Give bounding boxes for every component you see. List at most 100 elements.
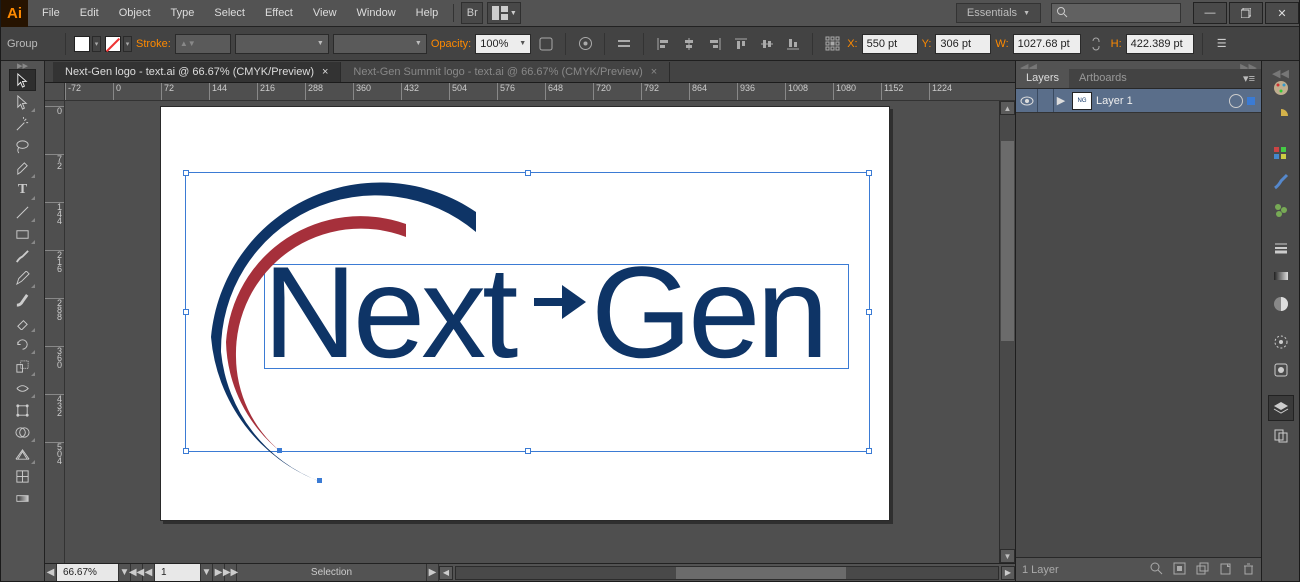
zoom-out-button[interactable]: ◀	[45, 564, 57, 581]
type-tool[interactable]: T	[9, 179, 36, 201]
mesh-tool[interactable]	[9, 465, 36, 487]
align-right-button[interactable]	[704, 33, 726, 55]
menu-help[interactable]: Help	[406, 1, 449, 25]
expand-toggle-icon[interactable]: ▶	[1054, 94, 1068, 107]
pen-tool[interactable]	[9, 157, 36, 179]
horizontal-scrollbar[interactable]	[455, 566, 999, 580]
transform-ref-point[interactable]	[821, 33, 843, 55]
blob-brush-tool[interactable]	[9, 289, 36, 311]
line-tool[interactable]	[9, 201, 36, 223]
align-bottom-button[interactable]	[782, 33, 804, 55]
panel-collapse-icon[interactable]: ◀◀	[1020, 61, 1037, 69]
align-center-v-button[interactable]	[756, 33, 778, 55]
window-close-button[interactable]: ✕	[1265, 2, 1299, 24]
pencil-tool[interactable]	[9, 267, 36, 289]
selection-indicator[interactable]	[1247, 97, 1255, 105]
new-sublayer-icon[interactable]	[1196, 562, 1209, 578]
delete-layer-icon[interactable]	[1242, 562, 1255, 578]
hscroll-left[interactable]: ◀	[439, 566, 453, 580]
dock-stroke-icon[interactable]	[1268, 235, 1294, 261]
menu-type[interactable]: Type	[161, 1, 205, 25]
dock-artboards-icon[interactable]	[1268, 423, 1294, 449]
arrange-documents-button[interactable]: ▼	[487, 2, 521, 24]
align-center-h-button[interactable]	[678, 33, 700, 55]
search-input[interactable]	[1051, 3, 1181, 23]
toolbox-grip[interactable]: ▸▸	[1, 61, 44, 69]
x-field[interactable]: 550 pt	[862, 34, 918, 54]
scale-tool[interactable]	[9, 355, 36, 377]
dock-gradient-icon[interactable]	[1268, 263, 1294, 289]
scroll-up-arrow[interactable]: ▲	[1000, 101, 1015, 115]
rotate-tool[interactable]	[9, 333, 36, 355]
tab-layers[interactable]: Layers	[1016, 69, 1069, 88]
locate-object-icon[interactable]	[1150, 562, 1163, 578]
y-field[interactable]: 306 pt	[935, 34, 991, 54]
dock-swatches-icon[interactable]	[1268, 141, 1294, 167]
align-left-button[interactable]	[652, 33, 674, 55]
handle-n[interactable]	[525, 170, 531, 176]
handle-s[interactable]	[525, 448, 531, 454]
next-artboard-button-2[interactable]: ▶▶	[225, 564, 237, 581]
graphic-styles-button[interactable]	[535, 33, 557, 55]
dock-symbols-icon[interactable]	[1268, 197, 1294, 223]
ruler-horizontal[interactable]: -720721442162883604325045766487207928649…	[65, 83, 1015, 101]
eraser-tool[interactable]	[9, 311, 36, 333]
fill-swatch[interactable]	[74, 36, 90, 52]
stroke-profile-dropdown[interactable]: ▼	[235, 34, 329, 54]
layer-name[interactable]: Layer 1	[1096, 95, 1225, 107]
w-field[interactable]: 1027.68 pt	[1013, 34, 1081, 54]
window-restore-button[interactable]	[1229, 2, 1263, 24]
ruler-vertical[interactable]: 072144216288360432504	[45, 101, 65, 563]
close-icon[interactable]: ×	[322, 66, 328, 78]
menu-file[interactable]: File	[32, 1, 70, 25]
dock-grip[interactable]: ◀◀	[1272, 67, 1289, 73]
window-minimize-button[interactable]: —	[1193, 2, 1227, 24]
align-to-button[interactable]	[613, 33, 635, 55]
handle-ne[interactable]	[866, 170, 872, 176]
close-icon[interactable]: ×	[651, 66, 657, 78]
handle-e[interactable]	[866, 309, 872, 315]
free-transform-tool[interactable]	[9, 399, 36, 421]
dock-transparency-icon[interactable]	[1268, 291, 1294, 317]
gradient-tool[interactable]	[9, 487, 36, 509]
dock-color-guide-icon[interactable]	[1268, 103, 1294, 129]
scroll-down-arrow[interactable]: ▼	[1000, 549, 1015, 563]
shape-builder-tool[interactable]	[9, 421, 36, 443]
prev-artboard-button[interactable]: ◀◀	[131, 564, 143, 581]
opacity-field[interactable]: 100%▼	[475, 34, 531, 54]
ruler-origin[interactable]	[45, 83, 65, 101]
direct-selection-tool[interactable]	[9, 91, 36, 113]
control-panel-menu[interactable]: ☰	[1211, 33, 1233, 55]
lasso-tool[interactable]	[9, 135, 36, 157]
handle-se[interactable]	[866, 448, 872, 454]
workspace-switcher[interactable]: Essentials ▼	[956, 3, 1041, 23]
doc-tab-2[interactable]: Next-Gen Summit logo - text.ai @ 66.67% …	[341, 62, 670, 82]
prev-artboard-button-2[interactable]: ◀	[143, 564, 155, 581]
link-wh-button[interactable]	[1085, 33, 1107, 55]
width-tool[interactable]	[9, 377, 36, 399]
menu-window[interactable]: Window	[347, 1, 406, 25]
fill-dropdown[interactable]: ▾	[92, 36, 101, 52]
vertical-scrollbar[interactable]: ▲ ▼	[999, 101, 1015, 563]
new-layer-icon[interactable]	[1219, 562, 1232, 578]
dock-layers-icon[interactable]	[1268, 395, 1294, 421]
make-clipping-mask-icon[interactable]	[1173, 562, 1186, 578]
menu-effect[interactable]: Effect	[255, 1, 303, 25]
stroke-label[interactable]: Stroke:	[136, 38, 171, 50]
panel-expand-icon[interactable]: ▶▶	[1240, 61, 1257, 69]
paintbrush-tool[interactable]	[9, 245, 36, 267]
hscroll-right[interactable]: ▶	[1001, 566, 1015, 580]
dock-color-icon[interactable]	[1268, 75, 1294, 101]
brush-definition-dropdown[interactable]: ▼	[333, 34, 427, 54]
tab-artboards[interactable]: Artboards	[1069, 69, 1137, 88]
canvas-viewport[interactable]: Next Gen ▲ ▼	[65, 101, 1015, 563]
target-icon[interactable]	[1229, 94, 1243, 108]
menu-edit[interactable]: Edit	[70, 1, 109, 25]
stroke-swatch[interactable]	[105, 36, 121, 52]
h-field[interactable]: 422.389 pt	[1126, 34, 1194, 54]
artboard-nav-field[interactable]: 1	[155, 564, 201, 581]
dock-appearance-icon[interactable]	[1268, 329, 1294, 355]
align-top-button[interactable]	[730, 33, 752, 55]
layer-row[interactable]: ▶ NG Layer 1	[1016, 89, 1261, 113]
perspective-grid-tool[interactable]	[9, 443, 36, 465]
